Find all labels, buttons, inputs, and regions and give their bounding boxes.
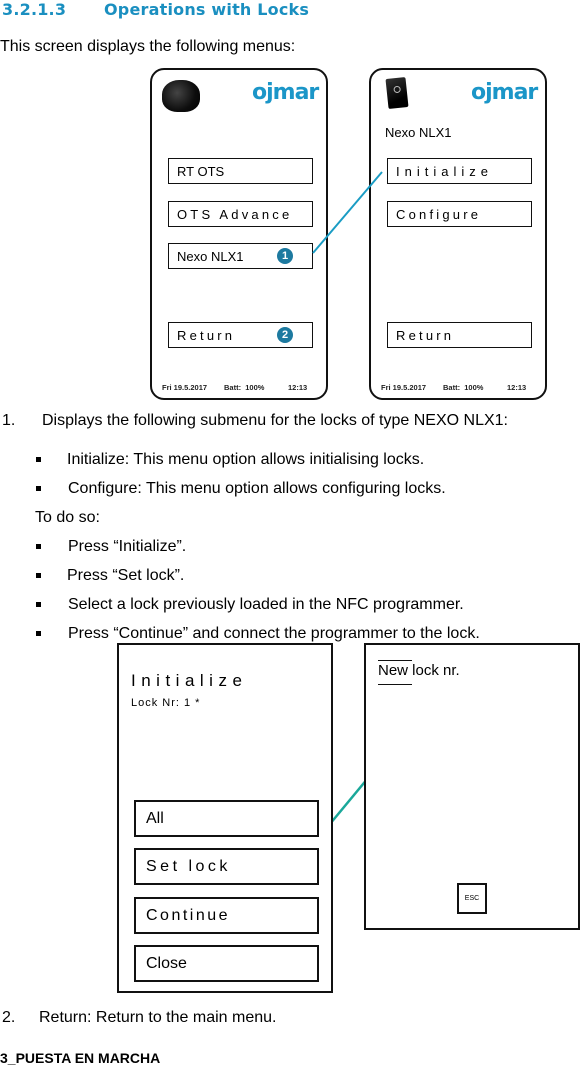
ots-advance-button[interactable]: OTS Advance [168,201,313,227]
title-overline [378,660,412,661]
title-underline [378,684,412,685]
bullet-configure: Configure: This menu option allows confi… [68,480,446,497]
initialize-panel: Initialize Lock Nr: 1 * All Set lock Con… [117,643,333,993]
button-label: OTS Advance [177,206,293,222]
new-lock-number-panel: New lock nr. ESC [364,643,580,930]
bullet-icon [36,573,41,578]
section-heading: 3.2.1.3 Operations with Locks [2,0,309,19]
callout-badge-2: 2 [277,327,293,343]
step-1: Press “Initialize”. [68,538,187,555]
all-button[interactable]: All [134,800,319,837]
list-number-2: 2. [2,1009,16,1026]
configure-button[interactable]: Configure [387,201,532,227]
panel-title: New lock nr. [378,662,460,679]
step-4: Press “Continue” and connect the program… [68,625,480,642]
bullet-icon [36,544,41,549]
step-2: Press “Set lock”. [67,567,185,584]
button-label: Configure [396,206,482,222]
button-label: Initialize [396,163,493,179]
lock-number-label: Lock Nr: 1 * [131,697,201,709]
button-label: Set lock [146,857,231,875]
device-screen-nexo-menu: ojmar Nexo NLX1 Initialize Configure Ret… [369,68,547,400]
initialize-button[interactable]: Initialize [387,158,532,184]
button-label: RT OTS [177,163,225,179]
button-label: Close [146,954,187,972]
callout-badge-1: 1 [277,248,293,264]
bullet-icon [36,486,41,491]
list-item-1-text: Displays the following submenu for the l… [42,412,508,429]
bullet-icon [36,631,41,636]
status-battery: Batt: 100% [443,383,484,392]
todo-label: To do so: [35,509,100,526]
section-number: 3.2.1.3 [2,0,67,19]
card-lock-icon [385,77,409,109]
status-battery: Batt: 100% [224,383,265,392]
status-date: Fri 19.5.2017 [162,383,208,392]
status-date: Fri 19.5.2017 [381,383,427,392]
rt-ots-button[interactable]: RT OTS [168,158,313,184]
set-lock-button[interactable]: Set lock [134,848,319,885]
round-lock-icon [162,80,200,112]
continue-button[interactable]: Continue [134,897,319,934]
bullet-icon [36,457,41,462]
button-label: All [146,809,164,827]
screen-subtitle: Nexo NLX1 [385,125,452,140]
bullet-initialize: Initialize: This menu option allows init… [67,451,425,468]
button-label: Return [396,327,455,343]
panel-title: Initialize [131,671,248,690]
chapter-footer: 3_PUESTA EN MARCHA [0,1050,161,1066]
step-3: Select a lock previously loaded in the N… [68,596,464,613]
nexo-nlx1-button[interactable]: Nexo NLX1 1 [168,243,313,269]
intro-text: This screen displays the following menus… [0,38,296,55]
button-label: Nexo NLX1 [177,248,244,264]
esc-button[interactable]: ESC [457,883,487,914]
device-screen-main-menu: ojmar RT OTS OTS Advance Nexo NLX1 1 Ret… [150,68,328,400]
bullet-icon [36,602,41,607]
status-time: 12:13 [507,383,527,392]
close-button[interactable]: Close [134,945,319,982]
list-item-2-text: Return: Return to the main menu. [39,1009,277,1026]
status-time: 12:13 [288,383,308,392]
section-title: Operations with Locks [104,0,310,19]
return-button[interactable]: Return 2 [168,322,313,348]
return-button[interactable]: Return [387,322,532,348]
button-label: Continue [146,906,231,924]
ojmar-logo: ojmar [471,80,538,105]
list-number-1: 1. [2,412,16,429]
button-label: Return [177,327,236,343]
ojmar-logo: ojmar [252,80,319,105]
